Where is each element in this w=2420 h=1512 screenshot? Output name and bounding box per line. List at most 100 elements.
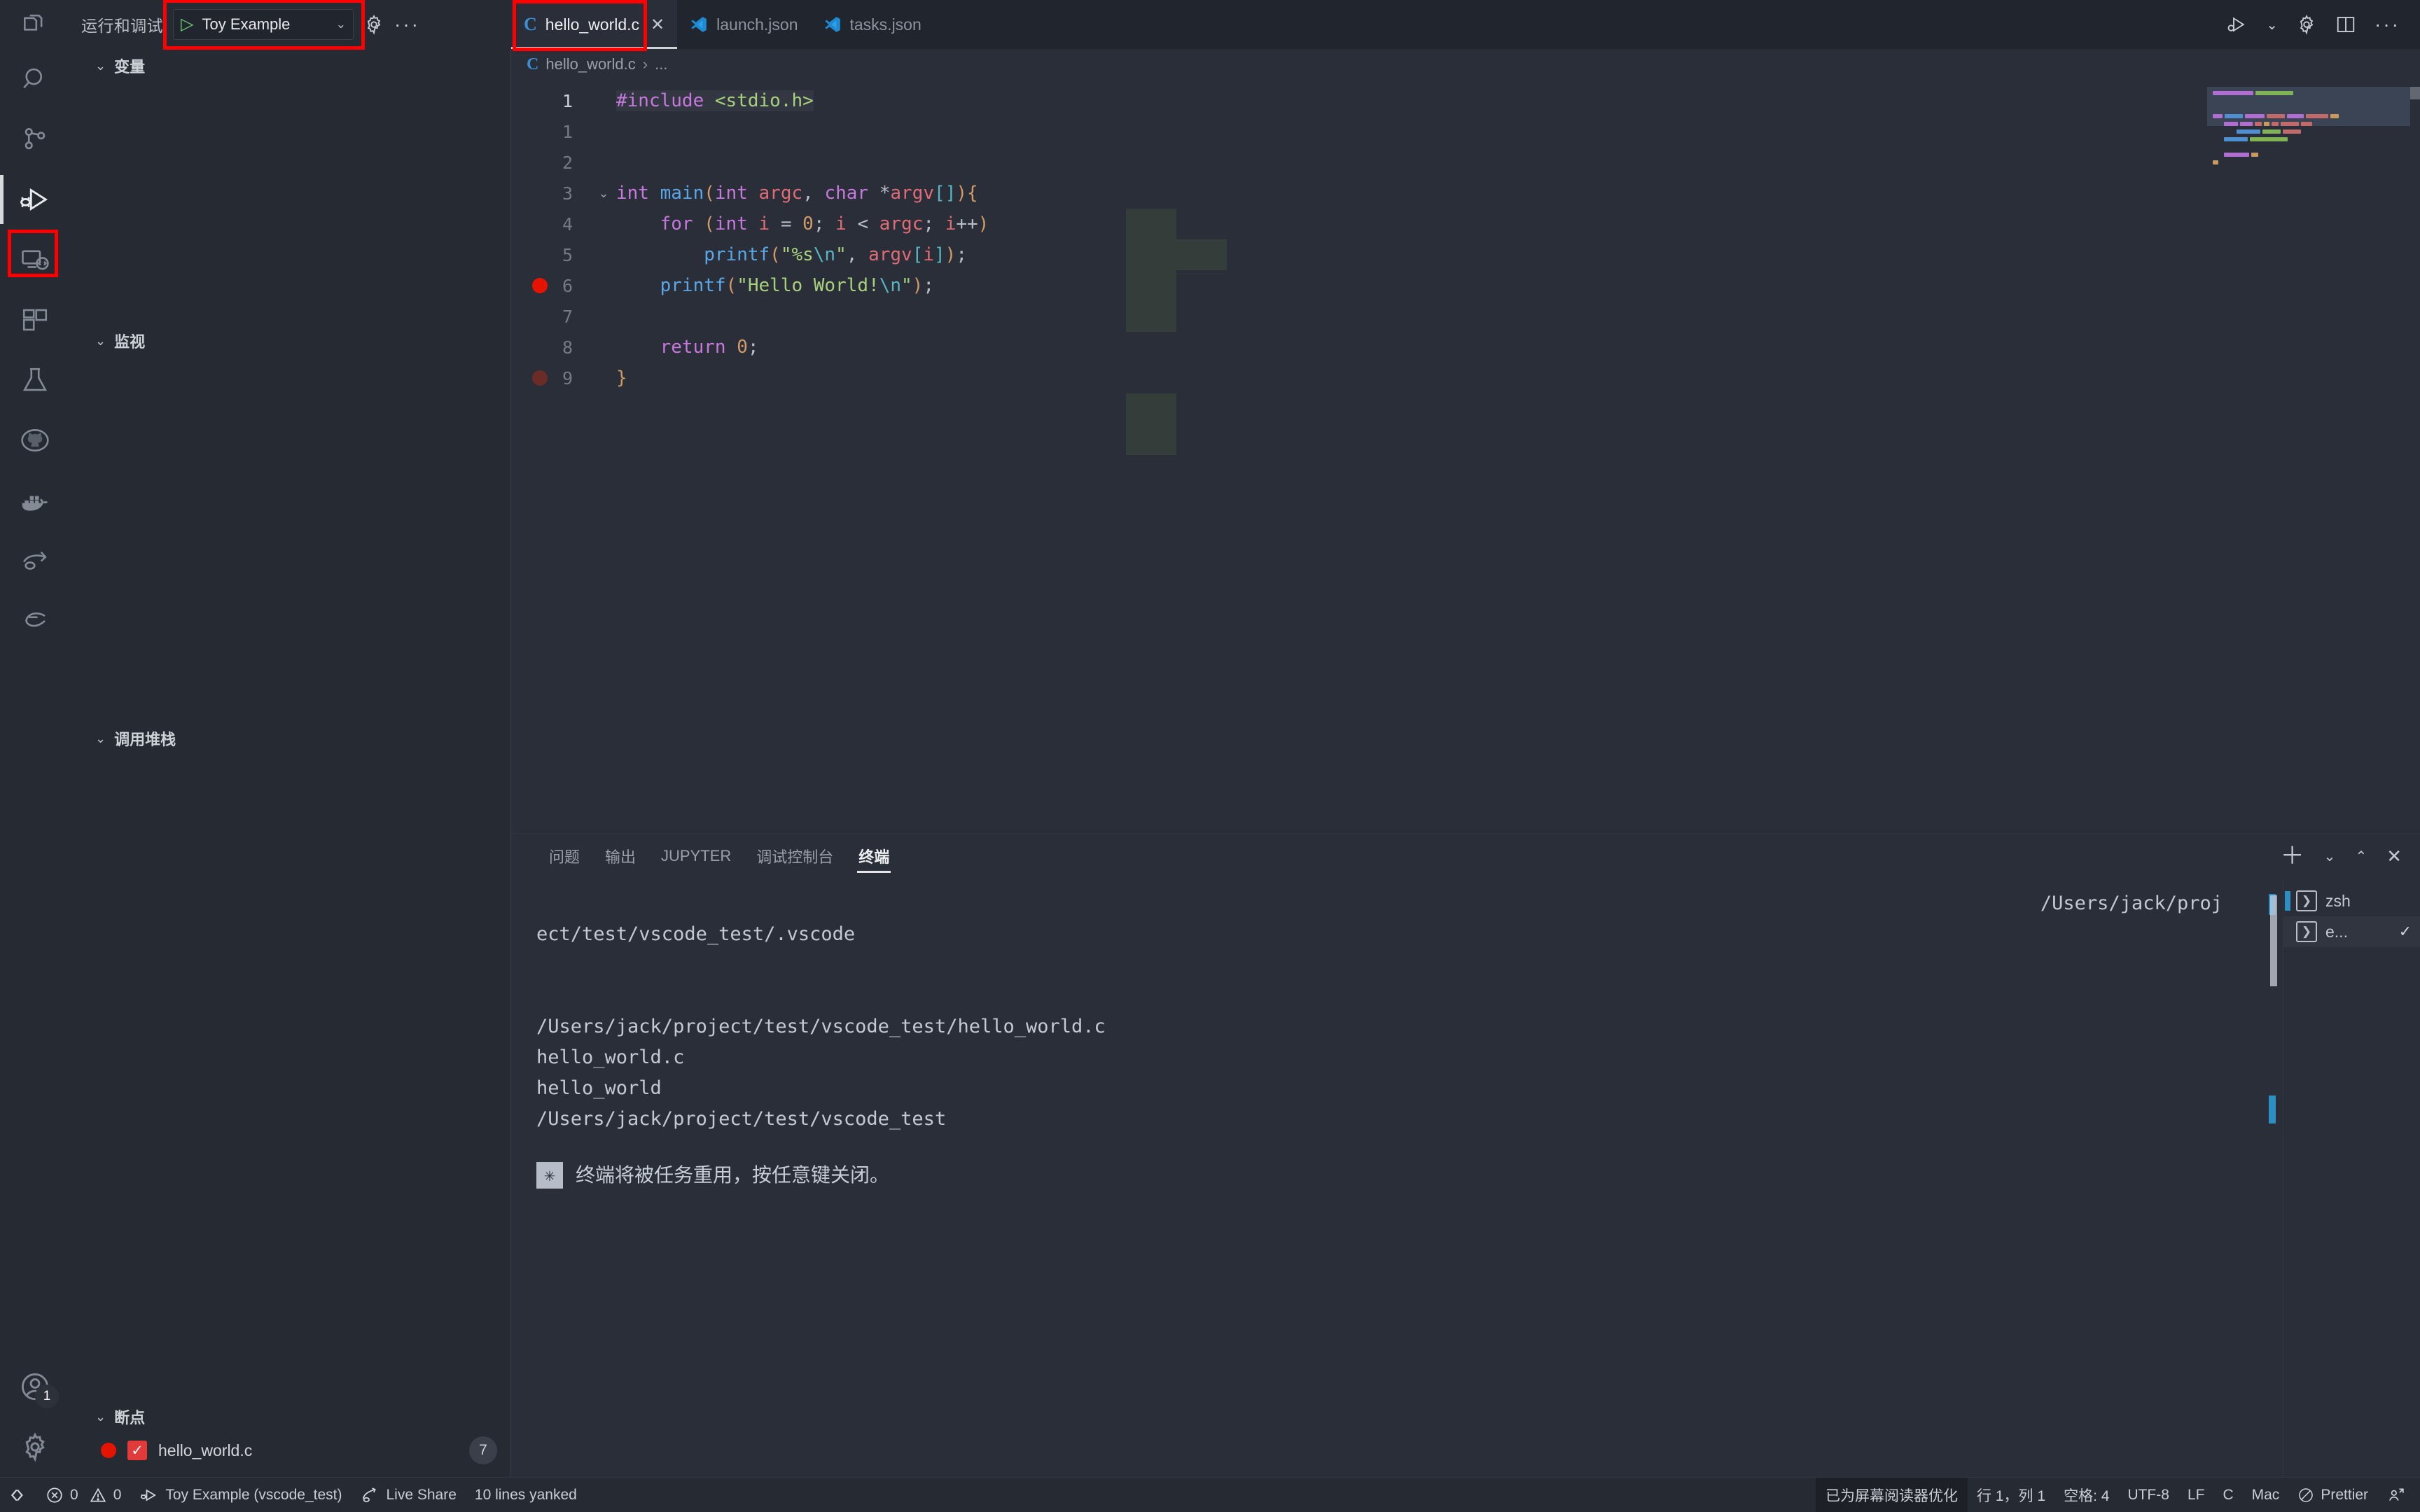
status-eol[interactable]: LF [2178,1478,2214,1512]
chevron-up-icon[interactable]: ⌃ [2355,848,2367,865]
status-problems[interactable]: 0 0 [36,1478,130,1512]
split-editor-icon[interactable] [2335,14,2356,35]
sidebar-item-codeium[interactable] [0,591,70,651]
code-editor[interactable]: 1 #include <stdio.h> 1 2 3 ⌄ int main(int argc… [511,80,2420,833]
terminal-scrollbar-thumb[interactable] [2270,895,2277,986]
panel-tab-debug-console[interactable]: 调试控制台 [744,834,846,878]
chevron-down-icon: ⌄ [95,333,106,348]
breadcrumb-file[interactable]: hello_world.c [545,55,635,74]
token: " [835,244,847,265]
status-keymap[interactable]: Mac [2243,1478,2289,1512]
panel-tab-terminal[interactable]: 终端 [846,834,902,878]
run-debug-icon[interactable] [2227,14,2248,35]
sidebar-item-extensions[interactable] [0,290,70,350]
token: char [824,183,879,204]
play-icon: ▷ [181,15,194,34]
code-line[interactable]: 5 printf("%s\n", argv[i]); [511,239,2420,270]
editor-scrollbar-thumb[interactable] [2410,87,2420,99]
status-cursor-position[interactable]: 行 1，列 1 [1968,1478,2054,1512]
indent-block-guide [1176,239,1227,270]
code-line[interactable]: 7 [511,301,2420,332]
sidebar-item-run-and-debug[interactable] [0,169,70,230]
chevron-down-icon[interactable]: ⌄ [2324,848,2336,865]
code-line[interactable]: 2 [511,147,2420,178]
account-icon[interactable]: 1 [0,1357,70,1417]
activity-bar: 1 [0,49,70,1477]
sidebar-item-github[interactable] [0,410,70,470]
sidebar-item-docker[interactable] [0,470,70,531]
status-debug-config[interactable]: Toy Example (vscode_test) [130,1478,351,1512]
tab-tasks-json[interactable]: tasks.json [810,0,934,49]
token: main [660,183,704,204]
sidebar-item-search[interactable] [0,49,70,109]
token: ( [770,244,781,265]
breakpoint-marker[interactable] [532,278,548,293]
terminal-list-item-e[interactable]: ❯ e... ✓ [2283,916,2420,947]
status-bar-right: 已为屏幕阅读器优化 行 1，列 1 空格: 4 UTF-8 LF C Mac P… [1816,1477,2420,1512]
breakpoint-row[interactable]: ✓ hello_world.c 7 [70,1434,511,1467]
status-language-mode[interactable]: C [2213,1478,2242,1512]
code-line[interactable]: 3 ⌄ int main(int argc, char *argv[]){ [511,178,2420,209]
language-mode-label: C [2223,1486,2234,1503]
breadcrumb-more[interactable]: ... [655,55,667,74]
debug-config-select[interactable]: ▷ Toy Example ⌄ [173,9,354,40]
status-remote-window[interactable] [0,1478,36,1512]
section-breakpoints[interactable]: ⌄ 断点 [70,1400,511,1434]
editor-scrollbar[interactable] [2410,80,2420,833]
vscode-window: 运行和调试 ▷ Toy Example ⌄ ··· C hello_world.… [0,0,2420,1512]
section-call-stack[interactable]: ⌄ 调用堆栈 [70,722,511,755]
watch-body [70,358,511,722]
status-live-share[interactable]: Live Share [351,1478,465,1512]
debug-title: 运行和调试 [81,17,163,35]
terminal-list: ❯ zsh ❯ e... ✓ [2283,878,2420,1477]
code-line[interactable]: 8 return 0; [511,332,2420,363]
chevron-down-icon[interactable]: ⌄ [2266,16,2278,34]
ellipsis-icon[interactable]: ··· [394,13,420,36]
code-line[interactable]: 6 printf("Hello World!\n"); [511,270,2420,301]
section-variables[interactable]: ⌄ 变量 [70,49,511,83]
keymap-label: Mac [2251,1486,2280,1503]
panel-tab-output[interactable]: 输出 [592,834,648,878]
terminal-list-item-zsh[interactable]: ❯ zsh [2283,886,2420,916]
status-prettier[interactable]: Prettier [2288,1478,2377,1512]
status-screen-reader[interactable]: 已为屏幕阅读器优化 [1816,1477,1968,1512]
fold-chevron-icon[interactable]: ⌄ [594,186,613,201]
tab-launch-json[interactable]: launch.json [677,0,811,49]
breakpoint-checkbox[interactable]: ✓ [127,1441,147,1460]
status-indentation[interactable]: 空格: 4 [2054,1478,2118,1512]
code-line[interactable]: 4 for (int i = 0; i < argc; i++) [511,209,2420,239]
panel-tab-jupyter[interactable]: JUPYTER [648,834,744,878]
terminal-output[interactable]: /Users/jack/proj ect/test/vscode_test/.vs… [511,878,2283,1477]
task-note-text: 终端将被任务重用，按任意键关闭。 [576,1164,890,1186]
tab-hello-world-c[interactable]: C hello_world.c ✕ [511,0,678,49]
gear-icon[interactable] [2296,14,2317,35]
files-icon[interactable] [20,9,50,40]
code-text: printf("%s\n", argv[i]); [613,244,967,265]
sidebar-item-live-share[interactable] [0,531,70,591]
terminal-line: /Users/jack/project/test/vscode_test [536,1108,947,1130]
minimap[interactable] [2207,80,2410,833]
debug-header: 运行和调试 ▷ Toy Example ⌄ ··· [70,0,511,50]
manage-settings-gear-icon[interactable] [0,1417,70,1477]
code-line[interactable]: 1 #include <stdio.h> [511,85,2420,116]
token: ++ [956,214,978,234]
gear-icon[interactable] [363,14,384,35]
code-line[interactable]: 9} [511,363,2420,393]
status-feedback[interactable] [2377,1478,2420,1512]
close-icon[interactable]: ✕ [651,15,665,35]
sidebar-item-source-control[interactable] [0,109,70,169]
sidebar-item-remote-explorer[interactable] [0,230,70,290]
ellipsis-icon[interactable]: ··· [2374,13,2400,36]
token: argc [758,183,803,204]
plus-icon[interactable]: ＋ [2281,844,2304,868]
status-encoding[interactable]: UTF-8 [2118,1478,2178,1512]
close-icon[interactable]: ✕ [2386,846,2402,867]
token: <stdio.h> [714,90,814,111]
line-number: 8 [562,337,573,358]
panel-tab-problems[interactable]: 问题 [536,834,592,878]
section-watch[interactable]: ⌄ 监视 [70,324,511,358]
code-line[interactable]: 1 [511,116,2420,147]
breakpoint-marker[interactable] [532,370,548,386]
sidebar-item-testing[interactable] [0,350,70,410]
status-yank[interactable]: 10 lines yanked [466,1478,586,1512]
